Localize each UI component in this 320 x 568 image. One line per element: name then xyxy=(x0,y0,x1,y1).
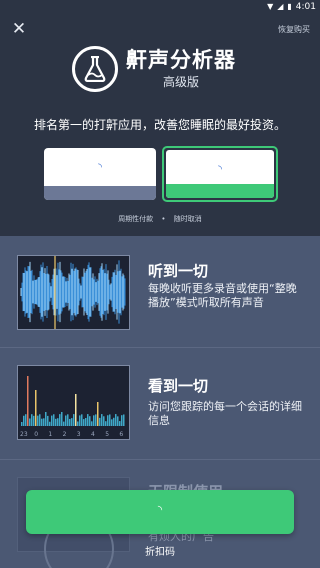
chart-bar xyxy=(51,415,53,426)
chart-bar xyxy=(119,421,121,426)
close-icon[interactable]: ✕ xyxy=(10,20,28,38)
chart-bar xyxy=(25,414,27,426)
status-time: 4:01 xyxy=(295,2,316,12)
chart-axis-label: 5 xyxy=(105,431,109,438)
loading-spinner-icon: ◝ xyxy=(157,503,163,516)
chart-bar xyxy=(61,412,63,426)
chart-bar xyxy=(33,415,35,426)
chart-bar xyxy=(57,418,59,426)
chart-bar xyxy=(29,418,31,426)
plan-option-1[interactable]: ◝ xyxy=(44,148,156,200)
chart-bar xyxy=(65,415,67,426)
chart-axis-label: 6 xyxy=(119,431,123,438)
chart-bar xyxy=(93,415,95,426)
terms-cancel: 随时取消 xyxy=(173,215,202,223)
chart-bar xyxy=(83,419,85,426)
chart-bar xyxy=(35,390,37,426)
chart-bar xyxy=(117,416,119,426)
terms-recurring: 周期性付款 xyxy=(118,215,154,223)
chart-bar xyxy=(55,418,57,426)
chart-bar xyxy=(75,394,77,426)
terms-separator: • xyxy=(161,215,166,223)
feature-description: 每晚收听更多录音或使用“整晚播放”模式听取所有声音 xyxy=(148,282,297,309)
chart-bar xyxy=(23,415,25,426)
chart-bar xyxy=(113,417,115,426)
chart-bar xyxy=(45,412,47,426)
chart-bar xyxy=(115,414,117,426)
chart-bar xyxy=(39,414,41,426)
loading-spinner-icon: ◝ xyxy=(98,162,102,173)
chart-axis-label: 23 xyxy=(20,431,28,438)
chart-bar xyxy=(89,416,91,426)
flask-icon xyxy=(72,46,118,92)
chart-bar xyxy=(97,402,99,426)
chart-bar xyxy=(37,415,39,426)
chart-bar xyxy=(77,421,79,426)
signal-icon: ◢ xyxy=(277,2,284,11)
waveform-thumbnail xyxy=(17,255,130,330)
chart-bar xyxy=(105,421,107,426)
tagline: 排名第一的打鼾应用，改善您睡眠的最好投资。 xyxy=(33,118,286,132)
chart-bar xyxy=(27,376,29,426)
chart-axis-label: 1 xyxy=(48,431,52,438)
chart-axis-label: 4 xyxy=(91,431,95,438)
chart-bar xyxy=(31,414,33,426)
chart-bar xyxy=(41,418,43,426)
chart-bar xyxy=(71,418,73,426)
app-name: 鼾声分析器 xyxy=(126,48,236,72)
chart-bar xyxy=(91,421,93,426)
chart-bar xyxy=(95,414,97,426)
session-chart-graphic: 23 0 1 2 3 4 5 6 xyxy=(20,376,125,438)
restore-purchase-link[interactable]: 恢复购买 xyxy=(278,24,310,35)
chart-axis-label: 2 xyxy=(63,431,67,438)
feature-description: 访问您跟踪的每一个会话的详细信息 xyxy=(148,400,302,427)
wifi-icon: ▼ xyxy=(267,2,274,11)
plan-bar xyxy=(44,186,156,200)
plan-bar xyxy=(166,184,274,198)
chart-bar xyxy=(73,414,75,426)
chart-bar xyxy=(107,415,109,426)
chart-bar xyxy=(87,414,89,426)
plan-option-2-selected[interactable]: ◝ xyxy=(162,146,278,202)
chart-bar xyxy=(111,419,113,426)
chart-bar xyxy=(123,414,125,426)
app-logo: 鼾声分析器 高级版 xyxy=(72,46,236,92)
chart-bar xyxy=(63,421,65,426)
purchase-button[interactable]: ◝ xyxy=(26,490,294,534)
chart-bar xyxy=(43,418,45,426)
chart-axis-label: 0 xyxy=(34,431,38,438)
loading-spinner-icon: ◝ xyxy=(218,164,222,175)
chart-bar xyxy=(47,415,49,426)
battery-icon: ▮ xyxy=(287,2,292,11)
feature-title: 看到一切 xyxy=(148,377,209,395)
chart-bar xyxy=(69,418,71,426)
chart-thumbnail: 23 0 1 2 3 4 5 6 xyxy=(17,365,130,440)
waveform-graphic xyxy=(20,256,126,329)
chart-bar xyxy=(53,414,55,426)
chart-bar xyxy=(121,415,123,426)
chart-bar xyxy=(99,417,101,426)
chart-bar xyxy=(49,421,51,426)
chart-axis-label: 3 xyxy=(77,431,81,438)
payment-terms: 周期性付款 • 随时取消 xyxy=(0,214,320,224)
feature-title: 听到一切 xyxy=(148,262,209,280)
chart-bar xyxy=(85,417,87,426)
chart-bar xyxy=(79,415,81,426)
discount-code-link[interactable]: 折扣码 xyxy=(0,543,320,558)
chart-bar xyxy=(59,414,61,426)
status-bar: ▼ ◢ ▮ 4:01 xyxy=(0,0,320,14)
app-edition: 高级版 xyxy=(162,75,199,89)
chart-bar xyxy=(67,414,69,426)
chart-bar xyxy=(103,416,105,426)
chart-bar xyxy=(101,414,103,426)
chart-bar xyxy=(21,422,23,426)
chart-bar xyxy=(109,414,111,426)
chart-bar xyxy=(81,414,83,426)
